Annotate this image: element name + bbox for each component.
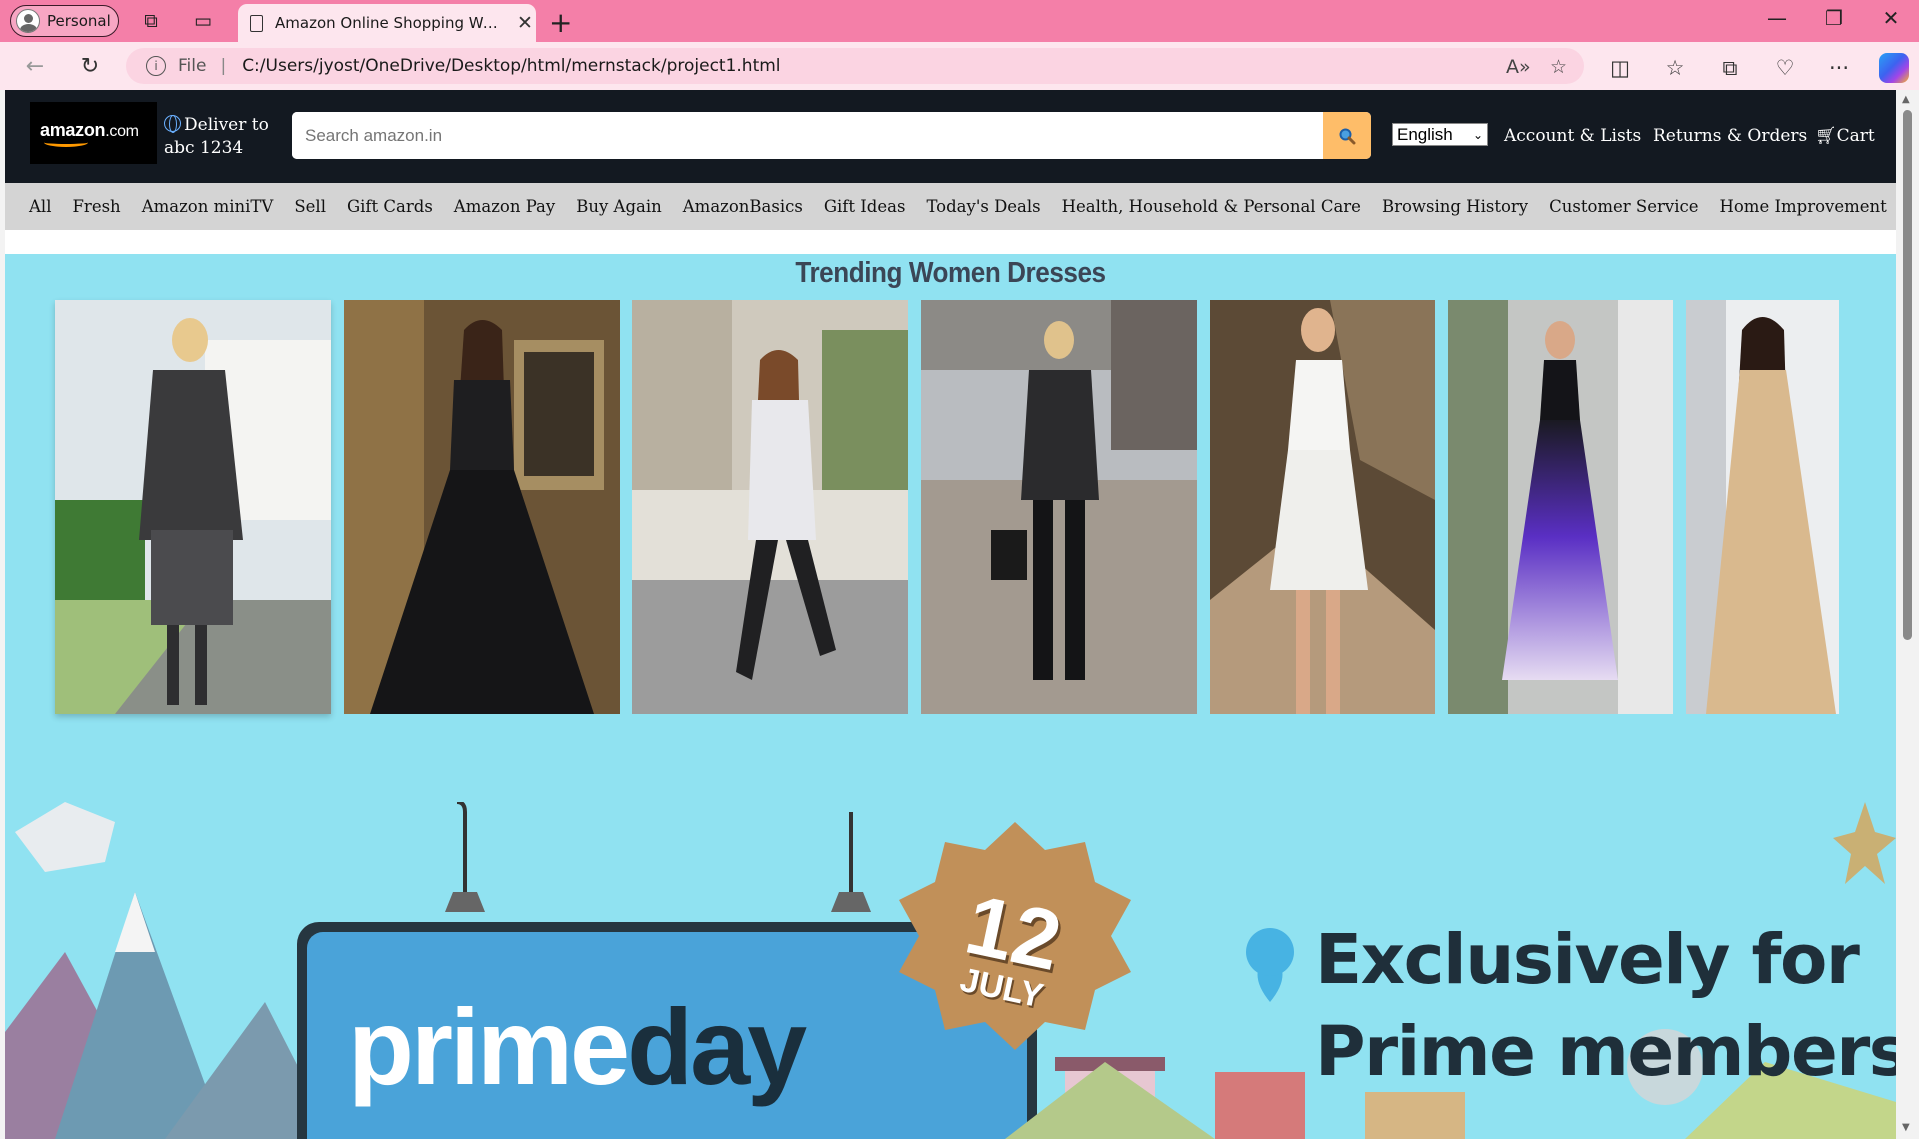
white-sweater-dress-boots-photo xyxy=(632,300,908,714)
workspaces-icon[interactable]: ⧉ xyxy=(139,9,163,33)
category-nav-item[interactable]: Customer Service xyxy=(1549,197,1698,216)
trending-card-5[interactable] xyxy=(1210,300,1435,714)
category-nav-item[interactable]: Buy Again xyxy=(576,197,662,216)
deliver-line1: Deliver to xyxy=(184,115,269,135)
logo-suffix: .com xyxy=(105,122,139,140)
returns-orders-link[interactable]: Returns & Orders xyxy=(1653,126,1807,146)
search-button[interactable] xyxy=(1323,112,1371,159)
close-window-icon[interactable]: ✕ xyxy=(1871,6,1911,30)
restore-icon[interactable]: ❐ xyxy=(1814,6,1854,30)
tagline-line1: Exclusively for xyxy=(1315,920,1860,1000)
main-content: Trending Women Dresses 12 JULY primeday … xyxy=(5,254,1896,1139)
browser-tabstrip: Personal ⧉ ▭ Amazon Online Shopping Webs… xyxy=(0,0,1919,42)
chevron-down-icon: ⌄ xyxy=(1472,127,1483,142)
white-summer-dress-photo xyxy=(1210,300,1435,714)
trending-card-7[interactable] xyxy=(1686,300,1839,714)
deliver-line2: abc 1234 xyxy=(164,138,244,158)
category-nav-item[interactable]: Browsing History xyxy=(1382,197,1528,216)
profile-button[interactable]: Personal xyxy=(10,5,119,37)
category-nav-item[interactable]: All xyxy=(29,197,51,216)
beige-embellished-gown-photo xyxy=(1686,300,1839,714)
category-nav-item[interactable]: Amazon miniTV xyxy=(142,197,274,216)
split-screen-icon[interactable]: ◫ xyxy=(1604,54,1636,82)
amazon-header: amazon.com Deliver to abc 1234 English ⌄… xyxy=(5,90,1896,183)
section-title: Trending Women Dresses xyxy=(795,257,1106,289)
account-lists-link[interactable]: Account & Lists xyxy=(1504,126,1641,146)
page-viewport: amazon.com Deliver to abc 1234 English ⌄… xyxy=(5,90,1896,1139)
trending-card-1[interactable] xyxy=(55,300,331,714)
tagline-line2: Prime members xyxy=(1315,1012,1896,1092)
browser-essentials-icon[interactable]: ♡ xyxy=(1769,54,1801,82)
language-selected: English xyxy=(1397,124,1453,144)
profile-avatar-icon xyxy=(16,9,40,33)
trending-card-3[interactable] xyxy=(632,300,908,714)
address-url[interactable]: C:/Users/jyost/OneDrive/Desktop/html/mer… xyxy=(242,56,780,76)
trending-card-6[interactable] xyxy=(1448,300,1673,714)
trending-card-4[interactable] xyxy=(921,300,1197,714)
grey-skirt-suit-photo xyxy=(55,300,331,714)
tab-actions-icon[interactable]: ▭ xyxy=(191,9,215,33)
globe-icon xyxy=(164,115,181,133)
search-box xyxy=(292,112,1371,159)
info-icon[interactable]: i xyxy=(146,56,166,76)
category-nav-item[interactable]: Health, Household & Personal Care xyxy=(1062,197,1361,216)
brand-word-prime: prime xyxy=(348,986,630,1107)
tab-title: Amazon Online Shopping Website xyxy=(275,14,505,32)
cart-label: Cart xyxy=(1836,126,1875,146)
category-nav-item[interactable]: Home Improvement xyxy=(1719,197,1886,216)
active-tab[interactable]: Amazon Online Shopping Website ✕ xyxy=(238,4,536,42)
back-icon[interactable]: ← xyxy=(20,52,50,80)
close-tab-icon[interactable]: ✕ xyxy=(517,12,533,34)
favorite-star-icon[interactable]: ☆ xyxy=(1550,56,1567,78)
category-nav-item[interactable]: Fresh xyxy=(72,197,120,216)
cart-icon: 🛒︎ xyxy=(1815,126,1837,146)
refresh-icon[interactable]: ↻ xyxy=(75,52,105,80)
category-nav-item[interactable]: Gift Ideas xyxy=(824,197,906,216)
page-scrollbar[interactable]: ▲ ▼ xyxy=(1896,90,1919,1139)
category-nav-item[interactable]: Today's Deals xyxy=(926,197,1040,216)
language-select[interactable]: English ⌄ xyxy=(1392,123,1488,146)
address-bar[interactable]: i File | C:/Users/jyost/OneDrive/Desktop… xyxy=(126,48,1584,84)
category-nav-item[interactable]: Amazon Pay xyxy=(454,197,555,216)
prime-tagline: Exclusively for Prime members xyxy=(1315,914,1896,1098)
black-gown-photo xyxy=(344,300,620,714)
category-nav-item[interactable]: AmazonBasics xyxy=(683,197,803,216)
grey-sweater-black-jeans-photo xyxy=(921,300,1197,714)
purple-ombre-maxi-dress-photo xyxy=(1448,300,1673,714)
copilot-icon[interactable] xyxy=(1879,53,1909,83)
address-separator: | xyxy=(220,56,227,76)
prime-day-banner[interactable]: 12 JULY primeday Exclusively for Prime m… xyxy=(5,802,1896,1139)
minimize-icon[interactable]: — xyxy=(1757,6,1797,30)
category-nav-item[interactable]: Sell xyxy=(294,197,326,216)
magnifier-icon xyxy=(1339,128,1356,144)
favorites-icon[interactable]: ☆ xyxy=(1659,54,1691,82)
cart-link[interactable]: 🛒︎Cart xyxy=(1815,126,1875,146)
collections-icon[interactable]: ⧉ xyxy=(1714,54,1746,82)
scroll-thumb[interactable] xyxy=(1903,110,1912,640)
scheme-label: File xyxy=(178,56,207,76)
page-icon xyxy=(250,14,263,32)
logo-smile-icon xyxy=(44,138,88,147)
category-nav: All Fresh Amazon miniTV Sell Gift Cards Amazo… xyxy=(5,183,1896,230)
scroll-up-icon[interactable]: ▲ xyxy=(1902,94,1910,105)
amazon-logo[interactable]: amazon.com xyxy=(30,102,157,164)
scroll-down-icon[interactable]: ▼ xyxy=(1902,1122,1910,1133)
search-input[interactable] xyxy=(292,112,1322,159)
prime-day-logo: primeday xyxy=(348,993,807,1101)
new-tab-icon[interactable]: + xyxy=(549,6,572,39)
logo-text: amazon xyxy=(40,119,106,140)
profile-label: Personal xyxy=(47,12,111,30)
trending-card-2[interactable] xyxy=(344,300,620,714)
deliver-to[interactable]: Deliver to abc 1234 xyxy=(164,114,269,160)
brand-word-day: day xyxy=(627,986,807,1107)
more-menu-icon[interactable]: ··· xyxy=(1823,54,1855,82)
read-aloud-icon[interactable]: A» xyxy=(1506,56,1531,78)
category-nav-item[interactable]: Gift Cards xyxy=(347,197,433,216)
